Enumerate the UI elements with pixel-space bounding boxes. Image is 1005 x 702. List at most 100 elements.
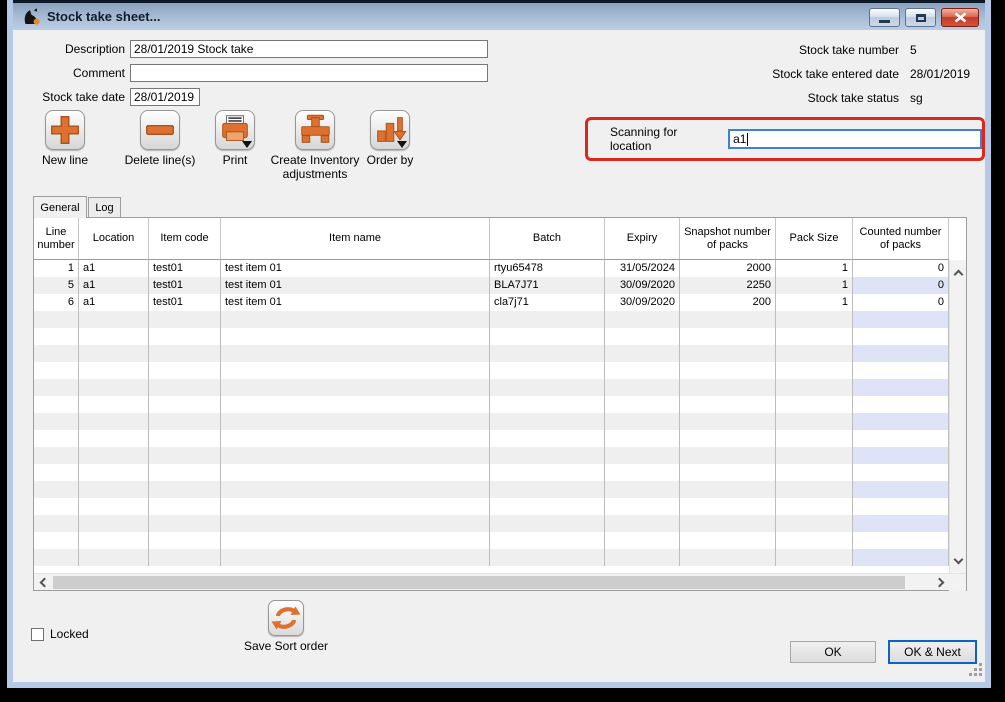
description-input[interactable] — [130, 40, 488, 58]
column-header[interactable]: Counted number of packs — [853, 218, 949, 259]
table-cell — [680, 549, 776, 566]
column-header[interactable]: Location — [79, 218, 149, 259]
table-cell[interactable] — [853, 379, 949, 396]
table-row[interactable] — [34, 311, 949, 328]
table-row[interactable] — [34, 413, 949, 430]
table-row[interactable]: 6a1test01test item 01cla7j7130/09/202020… — [34, 294, 949, 311]
table-row[interactable] — [34, 498, 949, 515]
new-line-button[interactable]: New line — [20, 110, 110, 167]
plus-icon — [46, 110, 84, 150]
description-label: Description — [13, 42, 125, 56]
table-row[interactable] — [34, 481, 949, 498]
table-cell — [776, 549, 853, 566]
horizontal-scroll-thumb[interactable] — [53, 576, 905, 589]
table-cell[interactable] — [853, 362, 949, 379]
table-cell[interactable] — [853, 311, 949, 328]
table-cell — [680, 498, 776, 515]
table-header: Line number Location Item code Item name… — [34, 218, 949, 260]
table-cell — [34, 345, 79, 362]
horizontal-scrollbar[interactable] — [34, 573, 966, 590]
table-row[interactable] — [34, 464, 949, 481]
comment-input[interactable] — [130, 64, 488, 82]
locked-checkbox[interactable] — [31, 628, 44, 641]
resize-grip[interactable] — [970, 664, 982, 676]
tab-general[interactable]: General — [33, 196, 87, 218]
table-row[interactable] — [34, 379, 949, 396]
table-cell — [605, 311, 680, 328]
table-row[interactable] — [34, 362, 949, 379]
table-cell[interactable] — [853, 396, 949, 413]
column-header[interactable]: Snapshot number of packs — [680, 218, 776, 259]
scanning-for-location-input[interactable]: a1 — [728, 129, 982, 149]
table-cell — [79, 413, 149, 430]
table-cell — [680, 413, 776, 430]
tab-log[interactable]: Log — [88, 197, 121, 218]
ok-button[interactable]: OK — [790, 641, 876, 663]
table-cell — [221, 515, 490, 532]
table-cell — [776, 413, 853, 430]
table-cell[interactable] — [853, 532, 949, 549]
column-header[interactable]: Item name — [221, 218, 490, 259]
ok-and-next-button[interactable]: OK & Next — [888, 640, 977, 664]
table-cell[interactable]: 0 — [853, 277, 949, 294]
table-cell[interactable] — [853, 413, 949, 430]
table-row[interactable] — [34, 447, 949, 464]
stock-take-status-value: sg — [910, 91, 923, 105]
save-sort-order-label: Save Sort order — [244, 639, 328, 653]
table-row[interactable] — [34, 430, 949, 447]
save-sort-order-button[interactable]: Save Sort order — [226, 600, 346, 653]
table-cell: 6 — [34, 294, 79, 311]
table-row[interactable] — [34, 549, 949, 566]
table-cell — [605, 447, 680, 464]
close-button[interactable] — [941, 8, 979, 27]
scroll-right-button[interactable] — [932, 574, 949, 591]
table-cell — [79, 481, 149, 498]
table-cell[interactable]: 0 — [853, 260, 949, 277]
table-row[interactable]: 1a1test01test item 01rtyu6547831/05/2024… — [34, 260, 949, 277]
table-cell — [680, 515, 776, 532]
table-cell[interactable] — [853, 345, 949, 362]
table-cell: 1 — [34, 260, 79, 277]
refresh-arrows-icon — [269, 601, 303, 635]
table-cell — [776, 447, 853, 464]
table-cell — [490, 498, 605, 515]
scroll-down-button[interactable] — [950, 552, 967, 569]
column-header[interactable]: Pack Size — [776, 218, 853, 259]
table-cell[interactable] — [853, 515, 949, 532]
table-row[interactable] — [34, 328, 949, 345]
minimize-button[interactable] — [869, 8, 900, 27]
table-cell[interactable] — [853, 464, 949, 481]
column-header[interactable]: Line number — [34, 218, 79, 259]
table-cell[interactable] — [853, 328, 949, 345]
table-cell — [221, 430, 490, 447]
stock-take-date-input[interactable] — [130, 88, 200, 106]
table-row[interactable] — [34, 515, 949, 532]
table-cell — [221, 532, 490, 549]
table-cell[interactable] — [853, 430, 949, 447]
msupply-logo-icon — [21, 7, 41, 27]
scroll-left-button[interactable] — [34, 574, 51, 591]
table-row[interactable]: 5a1test01test item 01BLA7J7130/09/202022… — [34, 277, 949, 294]
table-cell: test01 — [149, 277, 221, 294]
table-cell — [490, 532, 605, 549]
table-cell[interactable] — [853, 481, 949, 498]
table-row[interactable] — [34, 345, 949, 362]
table-cell — [776, 464, 853, 481]
column-header[interactable]: Batch — [490, 218, 605, 259]
table-cell[interactable] — [853, 498, 949, 515]
table-row[interactable] — [34, 532, 949, 549]
table-cell[interactable] — [853, 447, 949, 464]
table-row[interactable] — [34, 396, 949, 413]
column-header[interactable]: Item code — [149, 218, 221, 259]
scroll-up-button[interactable] — [950, 264, 967, 281]
table-cell[interactable] — [853, 549, 949, 566]
order-by-button[interactable]: Order by — [345, 110, 435, 167]
table-cell[interactable]: 0 — [853, 294, 949, 311]
vertical-scrollbar[interactable] — [949, 260, 966, 573]
titlebar[interactable]: Stock take sheet... — [13, 0, 985, 30]
table-cell — [776, 345, 853, 362]
table-cell: a1 — [79, 277, 149, 294]
table-cell — [605, 430, 680, 447]
maximize-button[interactable] — [905, 8, 936, 27]
column-header[interactable]: Expiry — [605, 218, 680, 259]
